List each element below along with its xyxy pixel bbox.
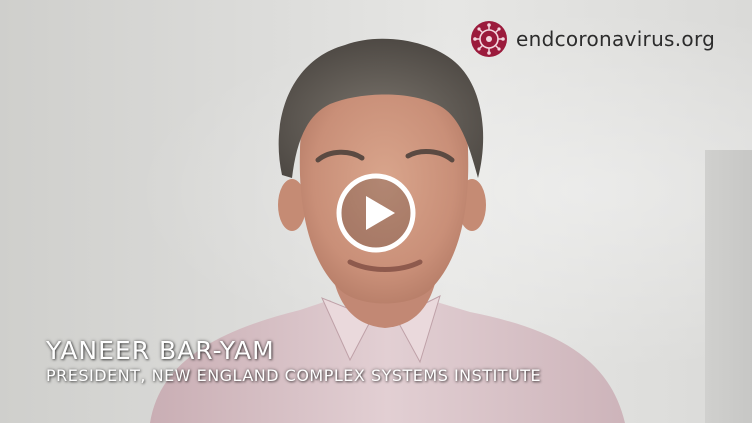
speaker-name: YANEER BAR-YAM — [46, 336, 275, 365]
play-icon[interactable] — [335, 172, 417, 254]
video-thumbnail[interactable]: endcoronavirus.org YANEER BAR-YAM PRESID… — [0, 0, 752, 423]
speaker-title: PRESIDENT, NEW ENGLAND COMPLEX SYSTEMS I… — [46, 366, 542, 385]
lower-third-caption: YANEER BAR-YAM PRESIDENT, NEW ENGLAND CO… — [46, 336, 541, 386]
brand-header: endcoronavirus.org — [470, 18, 742, 60]
virus-emblem-icon — [471, 21, 507, 57]
site-name: endcoronavirus.org — [516, 27, 716, 51]
